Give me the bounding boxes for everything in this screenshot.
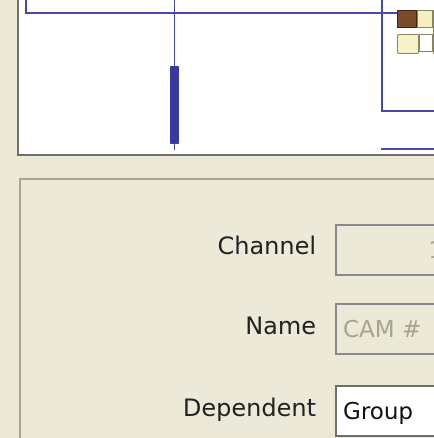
device-yellow-icon[interactable]: [397, 34, 419, 54]
channel-field[interactable]: 1: [335, 224, 434, 276]
channel-node-marker[interactable]: [170, 66, 179, 144]
name-label: Name: [245, 312, 316, 340]
device-yellow-icon[interactable]: [417, 10, 433, 28]
device-brown-icon[interactable]: [397, 10, 417, 28]
canvas-connection-line-bottom: [381, 148, 434, 150]
dependent-select[interactable]: Group: [335, 385, 434, 437]
canvas-connection-line-top: [25, 12, 397, 14]
canvas-connection-line-right-h: [381, 110, 434, 112]
device-small-icon[interactable]: [419, 34, 433, 52]
channel-label: Channel: [217, 232, 316, 260]
canvas-connection-line-right: [381, 0, 383, 112]
dependent-label: Dependent: [182, 394, 316, 422]
name-field[interactable]: CAM #: [335, 303, 434, 355]
topology-canvas[interactable]: [17, 0, 434, 156]
